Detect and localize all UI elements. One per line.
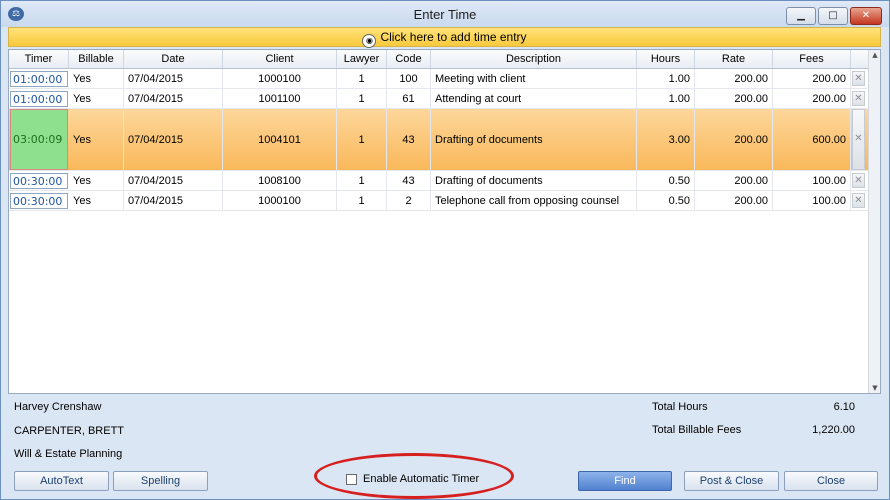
billable-cell[interactable]: Yes — [69, 89, 124, 108]
description-cell[interactable]: Attending at court — [431, 89, 637, 108]
fees-cell[interactable]: 600.00 — [773, 109, 851, 170]
fees-cell[interactable]: 200.00 — [773, 69, 851, 88]
col-header-client[interactable]: Client — [223, 50, 337, 68]
add-time-entry-label: Click here to add time entry — [380, 30, 527, 44]
grid-header: Timer Billable Date Client Lawyer Code D… — [9, 50, 869, 69]
code-cell[interactable]: 2 — [387, 191, 431, 210]
col-header-fees[interactable]: Fees — [773, 50, 851, 68]
client-cell[interactable]: 1004101 — [223, 109, 337, 170]
date-cell[interactable]: 07/04/2015 — [124, 109, 223, 170]
table-row[interactable]: 01:00:00 Yes 07/04/2015 1001100 1 61 Att… — [9, 89, 869, 109]
delete-row-icon[interactable]: ✕ — [852, 109, 865, 170]
table-row-selected[interactable]: 03:00:09 Yes 07/04/2015 1004101 1 43 Dra… — [9, 109, 869, 171]
table-row[interactable]: 00:30:00 Yes 07/04/2015 1008100 1 43 Dra… — [9, 171, 869, 191]
time-entry-grid: Timer Billable Date Client Lawyer Code D… — [8, 49, 881, 394]
total-fees-value: 1,220.00 — [812, 424, 855, 436]
minimize-button[interactable]: ▁ — [786, 7, 816, 25]
lawyer-cell[interactable]: 1 — [337, 69, 387, 88]
autotext-button[interactable]: AutoText — [14, 471, 109, 491]
hours-cell[interactable]: 3.00 — [637, 109, 695, 170]
client-cell[interactable]: 1001100 — [223, 89, 337, 108]
scroll-up-icon[interactable]: ▲ — [869, 50, 880, 60]
vertical-scrollbar[interactable]: ▲ ▼ — [868, 50, 880, 393]
client-name: CARPENTER, BRETT — [14, 425, 125, 437]
col-header-description[interactable]: Description — [431, 50, 637, 68]
col-header-lawyer[interactable]: Lawyer — [337, 50, 387, 68]
add-entry-icon: ◉ — [362, 34, 377, 48]
rate-cell[interactable]: 200.00 — [695, 191, 773, 210]
hours-cell[interactable]: 0.50 — [637, 171, 695, 190]
billable-cell[interactable]: Yes — [69, 109, 124, 170]
fees-cell[interactable]: 100.00 — [773, 191, 851, 210]
date-cell[interactable]: 07/04/2015 — [124, 191, 223, 210]
code-cell[interactable]: 100 — [387, 69, 431, 88]
col-header-timer[interactable]: Timer — [9, 50, 69, 68]
timer-button[interactable]: 00:30:00 — [10, 193, 68, 209]
post-and-close-button[interactable]: Post & Close — [684, 471, 779, 491]
code-cell[interactable]: 61 — [387, 89, 431, 108]
scroll-down-icon[interactable]: ▼ — [869, 383, 880, 393]
rate-cell[interactable]: 200.00 — [695, 109, 773, 170]
client-cell[interactable]: 1008100 — [223, 171, 337, 190]
fees-cell[interactable]: 100.00 — [773, 171, 851, 190]
code-cell[interactable]: 43 — [387, 171, 431, 190]
col-header-hours[interactable]: Hours — [637, 50, 695, 68]
date-cell[interactable]: 07/04/2015 — [124, 171, 223, 190]
description-cell[interactable]: Drafting of documents — [431, 171, 637, 190]
col-header-rate[interactable]: Rate — [695, 50, 773, 68]
billable-cell[interactable]: Yes — [69, 69, 124, 88]
maximize-button[interactable]: □ — [818, 7, 848, 25]
title-bar[interactable]: ⚖ Enter Time ▁ □ ✕ — [1, 1, 889, 27]
spelling-button[interactable]: Spelling — [113, 471, 208, 491]
date-cell[interactable]: 07/04/2015 — [124, 89, 223, 108]
date-cell[interactable]: 07/04/2015 — [124, 69, 223, 88]
hours-cell[interactable]: 0.50 — [637, 191, 695, 210]
description-cell[interactable]: Meeting with client — [431, 69, 637, 88]
add-time-entry-bar[interactable]: ◉ Click here to add time entry — [8, 27, 881, 48]
find-button[interactable]: Find — [578, 471, 672, 491]
rate-cell[interactable]: 200.00 — [695, 69, 773, 88]
timer-button[interactable]: 00:30:00 — [10, 173, 68, 189]
col-header-code[interactable]: Code — [387, 50, 431, 68]
client-cell[interactable]: 1000100 — [223, 69, 337, 88]
timer-button[interactable]: 01:00:00 — [10, 91, 68, 107]
timer-button-active[interactable]: 03:00:09 — [10, 109, 68, 170]
timer-button[interactable]: 01:00:00 — [10, 71, 68, 87]
rate-cell[interactable]: 200.00 — [695, 171, 773, 190]
code-cell[interactable]: 43 — [387, 109, 431, 170]
lawyer-cell[interactable]: 1 — [337, 191, 387, 210]
delete-row-icon[interactable]: ✕ — [852, 173, 865, 188]
delete-row-icon[interactable]: ✕ — [852, 91, 865, 106]
billable-cell[interactable]: Yes — [69, 171, 124, 190]
delete-row-icon[interactable]: ✕ — [852, 71, 865, 86]
hours-cell[interactable]: 1.00 — [637, 69, 695, 88]
enable-automatic-timer-label[interactable]: Enable Automatic Timer — [363, 473, 479, 485]
col-header-billable[interactable]: Billable — [69, 50, 124, 68]
enable-automatic-timer-checkbox[interactable] — [346, 474, 357, 485]
total-hours-label: Total Hours — [652, 401, 708, 413]
rate-cell[interactable]: 200.00 — [695, 89, 773, 108]
close-window-button[interactable]: ✕ — [850, 7, 882, 25]
matter-name: Will & Estate Planning — [14, 448, 123, 460]
lawyer-name: Harvey Crenshaw — [14, 401, 102, 413]
description-cell[interactable]: Drafting of documents — [431, 109, 637, 170]
enter-time-window: ⚖ Enter Time ▁ □ ✕ ◉ Click here to add ti… — [0, 0, 890, 500]
client-cell[interactable]: 1000100 — [223, 191, 337, 210]
lawyer-cell[interactable]: 1 — [337, 171, 387, 190]
lawyer-cell[interactable]: 1 — [337, 89, 387, 108]
window-title: Enter Time — [413, 7, 477, 22]
hours-cell[interactable]: 1.00 — [637, 89, 695, 108]
total-fees-label: Total Billable Fees — [652, 424, 742, 436]
lawyer-cell[interactable]: 1 — [337, 109, 387, 170]
close-button[interactable]: Close — [784, 471, 878, 491]
table-row[interactable]: 01:00:00 Yes 07/04/2015 1000100 1 100 Me… — [9, 69, 869, 89]
col-header-date[interactable]: Date — [124, 50, 223, 68]
table-row[interactable]: 00:30:00 Yes 07/04/2015 1000100 1 2 Tele… — [9, 191, 869, 211]
total-hours-value: 6.10 — [833, 401, 855, 413]
fees-cell[interactable]: 200.00 — [773, 89, 851, 108]
description-cell[interactable]: Telephone call from opposing counsel — [431, 191, 637, 210]
delete-row-icon[interactable]: ✕ — [852, 193, 865, 208]
billable-cell[interactable]: Yes — [69, 191, 124, 210]
